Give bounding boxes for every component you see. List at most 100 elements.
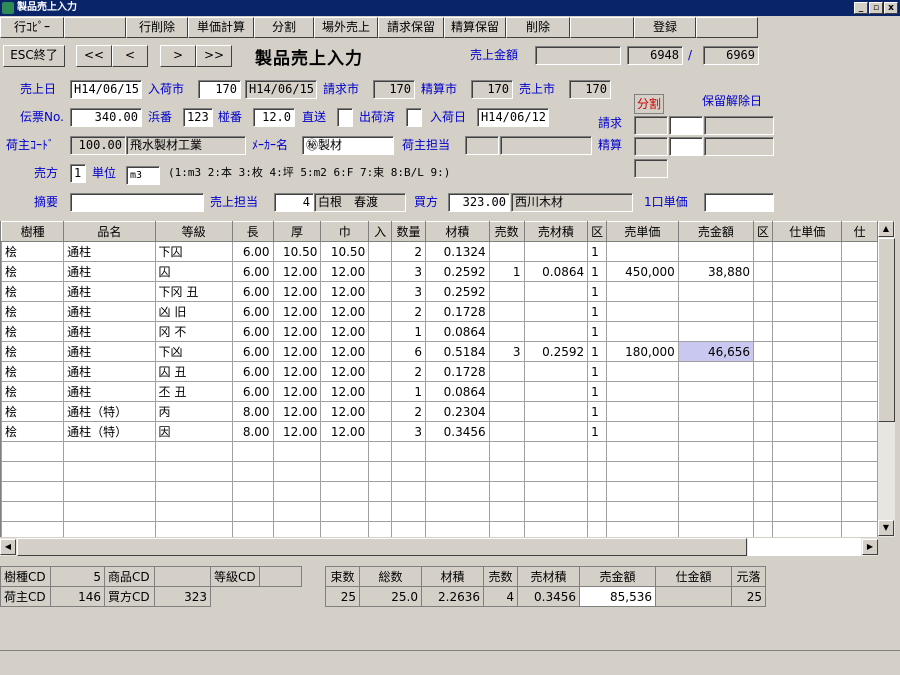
grid-cell[interactable] (425, 501, 490, 522)
table-row[interactable]: 桧通柱丕 丑 6.00 12.00 12.00 1 0.0864 1 (1, 381, 878, 402)
grid-cell[interactable] (488, 301, 525, 322)
grid-cell[interactable]: 0.1324 (425, 241, 490, 262)
grid-cell[interactable]: 桧 (1, 381, 65, 402)
grid-cell[interactable]: 通柱 (63, 281, 156, 302)
grid-cell[interactable] (606, 461, 679, 482)
buyer-code-input[interactable]: 323.00 (448, 193, 510, 212)
grid-cell[interactable]: 1 (587, 241, 608, 262)
grid-cell[interactable] (523, 321, 589, 342)
grid-cell[interactable] (587, 441, 608, 462)
grid-cell[interactable] (677, 421, 755, 442)
grid-cell[interactable] (154, 521, 233, 537)
grid-cell[interactable] (772, 241, 843, 262)
grid-cell[interactable] (154, 501, 233, 522)
grid-cell[interactable] (606, 301, 679, 322)
grid-cell[interactable] (231, 441, 274, 462)
grid-cell[interactable] (677, 281, 755, 302)
grid-cell[interactable] (841, 501, 878, 522)
grid-cell[interactable]: 通柱 (63, 361, 156, 382)
grid-cell[interactable]: 0.0864 (425, 381, 490, 402)
grid-cell[interactable]: 1 (587, 361, 608, 382)
grid-cell[interactable] (523, 281, 589, 302)
grid-cell[interactable] (1, 481, 65, 502)
grid-cell[interactable] (772, 401, 843, 422)
grid-cell[interactable] (231, 461, 274, 482)
grid-cell[interactable] (772, 461, 843, 482)
grid-column-header[interactable]: 仕単価 (772, 221, 843, 242)
grid-cell[interactable]: 0.2592 (425, 281, 490, 302)
grid-cell[interactable]: 12.00 (320, 361, 370, 382)
grid-cell[interactable] (772, 481, 843, 502)
grid-cell[interactable] (154, 441, 233, 462)
grid-cell[interactable]: 6.00 (231, 301, 274, 322)
row-copy-button[interactable]: 行ｺﾋﾟｰ (0, 17, 64, 38)
grid-cell[interactable]: 通柱 (63, 301, 156, 322)
grid-cell[interactable] (391, 461, 427, 482)
beach-no-input[interactable]: 123 (183, 108, 213, 127)
grid-cell[interactable] (606, 401, 679, 422)
grid-cell[interactable]: 桧 (1, 321, 65, 342)
grid-cell[interactable]: 1 (587, 421, 608, 442)
grid-cell[interactable] (368, 481, 393, 502)
grid-cell[interactable] (1, 441, 65, 462)
grid-cell[interactable] (320, 461, 370, 482)
grid-cell[interactable] (606, 321, 679, 342)
shipped-checkbox[interactable] (406, 108, 422, 127)
grid-cell[interactable]: 12.00 (320, 281, 370, 302)
grid-cell[interactable] (677, 301, 755, 322)
horizontal-scrollbar[interactable]: ◀ ▶ (0, 538, 878, 556)
grid-cell[interactable]: 通柱 (63, 381, 156, 402)
unit-calc-button[interactable]: 単価計算 (188, 17, 254, 38)
table-row-empty[interactable] (1, 501, 878, 522)
grid-column-header[interactable]: 巾 (320, 221, 370, 242)
grid-cell[interactable] (368, 301, 393, 322)
grid-cell[interactable] (425, 521, 490, 537)
grid-cell[interactable] (1, 461, 65, 482)
grid-cell[interactable]: 通柱 (63, 261, 156, 282)
grid-cell[interactable] (523, 441, 589, 462)
grid-cell[interactable]: 450,000 (606, 261, 679, 282)
grid-cell[interactable]: 6.00 (231, 361, 274, 382)
grid-cell[interactable] (488, 321, 525, 342)
grid-cell[interactable]: 2 (391, 361, 427, 382)
grid-cell[interactable] (677, 321, 755, 342)
delete-button[interactable]: 削除 (506, 17, 570, 38)
scroll-right-arrow-icon[interactable]: ▶ (862, 539, 878, 555)
grid-cell[interactable] (772, 261, 843, 282)
grid-cell[interactable]: 12.00 (320, 321, 370, 342)
grid-cell[interactable] (523, 501, 589, 522)
grid-cell[interactable] (587, 481, 608, 502)
grid-cell[interactable]: 通柱（特） (63, 401, 156, 422)
grid-cell[interactable] (841, 261, 878, 282)
grid-cell[interactable] (391, 441, 427, 462)
grid-cell[interactable]: 10.50 (272, 241, 322, 262)
grid-cell[interactable] (320, 501, 370, 522)
grid-cell[interactable] (368, 501, 393, 522)
grid-cell[interactable] (841, 281, 878, 302)
grid-cell[interactable] (272, 441, 322, 462)
grid-cell[interactable] (320, 521, 370, 537)
grid-cell[interactable] (391, 501, 427, 522)
grid-cell[interactable] (523, 301, 589, 322)
grid-cell[interactable] (488, 421, 525, 442)
grid-cell[interactable] (488, 281, 525, 302)
grid-cell[interactable] (154, 481, 233, 502)
row-delete-button[interactable]: 行削除 (126, 17, 188, 38)
minimize-button[interactable]: _ (854, 2, 868, 14)
last-record-button[interactable]: >> (196, 45, 232, 67)
next-record-button[interactable]: > (160, 45, 196, 67)
grid-column-header[interactable]: 数量 (391, 221, 427, 242)
grid-cell[interactable] (772, 321, 843, 342)
stack-no-input[interactable]: 12.0 (253, 108, 295, 127)
bill-hold-button[interactable]: 請求保留 (378, 17, 444, 38)
grid-column-header[interactable]: 売単価 (606, 221, 679, 242)
slip-no-input[interactable]: 340.00 (70, 108, 142, 127)
table-row[interactable]: 桧通柱凶 旧 6.00 12.00 12.00 2 0.1728 1 (1, 301, 878, 322)
grid-cell[interactable] (587, 501, 608, 522)
grid-column-header[interactable]: 材積 (425, 221, 490, 242)
grid-cell[interactable] (272, 521, 322, 537)
table-row[interactable]: 桧通柱囚 丑 6.00 12.00 12.00 2 0.1728 1 (1, 361, 878, 382)
grid-cell[interactable]: 3 (391, 281, 427, 302)
grid-cell[interactable]: 12.00 (272, 261, 322, 282)
direct-ship-checkbox[interactable] (337, 108, 353, 127)
